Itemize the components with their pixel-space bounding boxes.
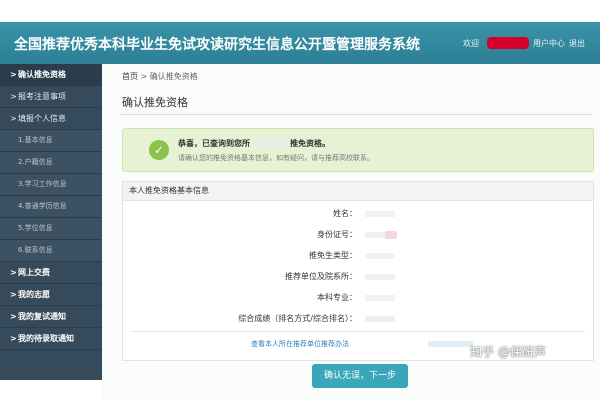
redacted-value (365, 316, 395, 322)
confirm-next-button[interactable]: 确认无误，下一步 (312, 364, 408, 388)
sidebar-subitem-contact-info[interactable]: 6.联系信息 (0, 240, 102, 262)
sidebar-item-my-applications[interactable]: >我的志愿 (0, 284, 102, 306)
notice-message-prefix: 恭喜，已查询到您所 (178, 139, 250, 148)
sidebar-item-label: 我的志愿 (18, 290, 50, 299)
recommendation-method-link[interactable]: 查看本人所在推荐单位推荐办法 (251, 339, 349, 349)
field-label: 姓名： (333, 209, 357, 218)
sidebar-subitem-household-info[interactable]: 2.户籍信息 (0, 152, 102, 174)
sidebar-item-confirm-eligibility[interactable]: >确认推免资格 (0, 64, 102, 86)
sidebar-item-online-payment[interactable]: >网上交费 (0, 262, 102, 284)
redacted-value (365, 295, 395, 301)
redacted-value (365, 253, 395, 259)
breadcrumb-home[interactable]: 首页 (122, 72, 138, 81)
bottom-band (0, 380, 102, 400)
site-title: 全国推荐优秀本科毕业生免试攻读研究生信息公开暨管理服务系统 (14, 37, 420, 53)
user-area: 欢迎 用户中心 退出 (463, 37, 589, 49)
sidebar-item-label: 报考注意事项 (18, 92, 66, 101)
sidebar-item-interview-notice[interactable]: >我的复试通知 (0, 306, 102, 328)
exit-link[interactable]: 退出 (569, 39, 585, 48)
chevron-right-icon: > (10, 290, 17, 299)
chevron-right-icon: > (10, 92, 17, 101)
chevron-right-icon: > (10, 114, 17, 123)
redacted-value (365, 274, 395, 280)
top-band (0, 0, 600, 22)
field-row-type: 推免生类型： (123, 248, 593, 264)
field-row-id-number: 身份证号： (123, 227, 593, 243)
sidebar-item-label: 我的待录取通知 (18, 334, 74, 343)
breadcrumb-separator: > (140, 72, 148, 81)
success-notice: ✓ 恭喜，已查询到您所 推免资格。 请确认您的推免资格基本信息，如有疑问，请与推荐… (122, 128, 594, 172)
sidebar-item-label: 填报个人信息 (18, 114, 66, 123)
notice-message-suffix: 推免资格。 (290, 139, 330, 148)
field-row-recommending-unit: 推荐单位及院系所： (123, 269, 593, 285)
chevron-right-icon: > (10, 70, 17, 79)
site-header: 全国推荐优秀本科毕业生免试攻读研究生信息公开暨管理服务系统 欢迎 用户中心 退出 (0, 22, 600, 64)
divider (131, 331, 585, 332)
notice-message: 恭喜，已查询到您所 推免资格。 (178, 138, 330, 149)
chevron-right-icon: > (10, 268, 17, 277)
field-label: 身份证号： (317, 230, 357, 239)
sidebar-item-notes[interactable]: >报考注意事项 (0, 86, 102, 108)
redacted-mark (385, 231, 397, 239)
field-label: 本科专业： (317, 293, 357, 302)
breadcrumb-current: 确认推免资格 (149, 72, 198, 81)
sidebar-item-label: 网上交费 (18, 268, 50, 277)
redacted-username (487, 37, 529, 49)
chevron-right-icon: > (10, 312, 17, 321)
chevron-right-icon: > (10, 334, 17, 343)
breadcrumb: 首页 > 确认推免资格 (122, 71, 198, 82)
panel-heading: 本人推免资格基本信息 (123, 182, 593, 201)
sidebar-subitem-degree-info[interactable]: 5.学位信息 (0, 218, 102, 240)
welcome-text: 欢迎 (463, 38, 479, 48)
redacted-link (428, 341, 473, 347)
sidebar: >确认推免资格 >报考注意事项 >填报个人信息 1.基本信息 2.户籍信息 3.… (0, 64, 102, 380)
notice-subtext: 请确认您的推免资格基本信息，如有疑问，请与推荐高校联系。 (178, 154, 374, 162)
redacted-value (365, 211, 395, 217)
sidebar-subitem-basic-info[interactable]: 1.基本信息 (0, 130, 102, 152)
page-title: 确认推免资格 (122, 96, 188, 109)
field-label: 推荐单位及院系所： (285, 272, 357, 281)
divider (120, 114, 592, 115)
sidebar-item-label: 确认推免资格 (18, 70, 66, 79)
eligibility-info-panel: 本人推免资格基本信息 姓名： 身份证号： 推免生类型： 推荐单位及院系所： 本科… (122, 181, 594, 361)
field-label: 综合成绩（排名方式/综合排名）： (238, 314, 357, 323)
user-center-link[interactable]: 用户中心 (533, 39, 565, 48)
check-icon: ✓ (149, 140, 169, 160)
redacted-school (252, 140, 288, 147)
watermark: 知乎 @保研声 (470, 345, 546, 359)
sidebar-item-admission-notice[interactable]: >我的待录取通知 (0, 328, 102, 350)
sidebar-item-label: 我的复试通知 (18, 312, 66, 321)
field-row-score: 综合成绩（排名方式/综合排名）： (123, 311, 593, 327)
sidebar-item-personal-info[interactable]: >填报个人信息 (0, 108, 102, 130)
field-label: 推免生类型： (309, 251, 357, 260)
sidebar-subitem-education-info[interactable]: 4.普通学历信息 (0, 196, 102, 218)
field-row-major: 本科专业： (123, 290, 593, 306)
sidebar-subitem-study-work-info[interactable]: 3.学习工作信息 (0, 174, 102, 196)
field-row-name: 姓名： (123, 206, 593, 222)
